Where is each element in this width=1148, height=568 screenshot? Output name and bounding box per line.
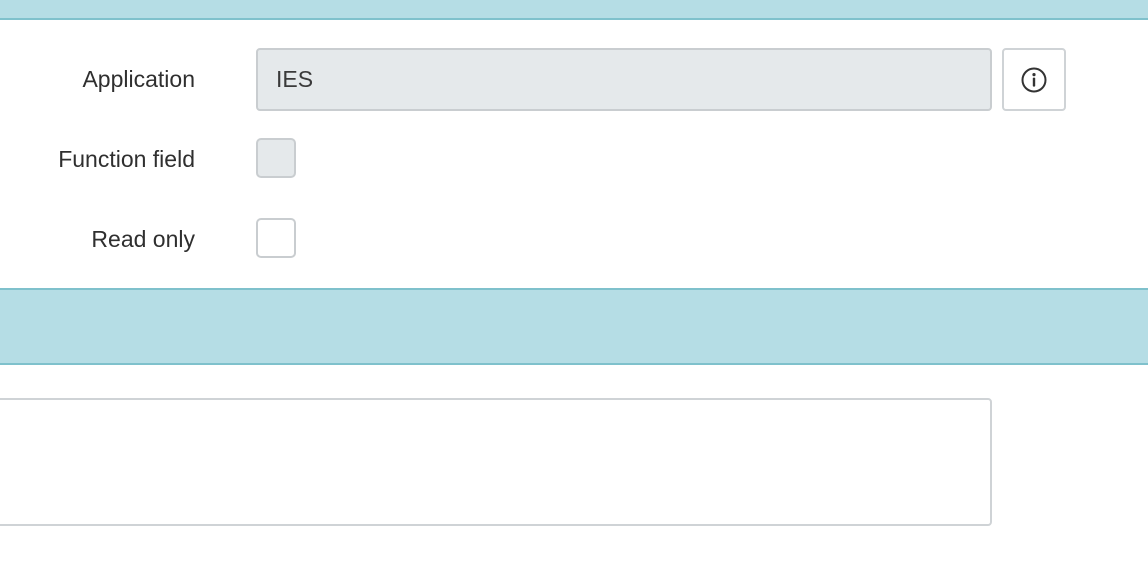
info-circle-icon <box>1021 67 1047 92</box>
section-header-band <box>0 0 1148 20</box>
form-page: Application IES Function field Read only <box>0 0 1148 568</box>
function-field-label: Function field <box>58 146 195 172</box>
text-area[interactable] <box>0 398 992 526</box>
section-divider-band <box>0 288 1148 365</box>
application-info-button[interactable] <box>1002 48 1066 111</box>
read-only-checkbox[interactable] <box>256 218 296 258</box>
application-label: Application <box>82 66 195 92</box>
read-only-label: Read only <box>91 226 195 252</box>
application-field[interactable]: IES <box>256 48 992 111</box>
function-field-checkbox[interactable] <box>256 138 296 178</box>
